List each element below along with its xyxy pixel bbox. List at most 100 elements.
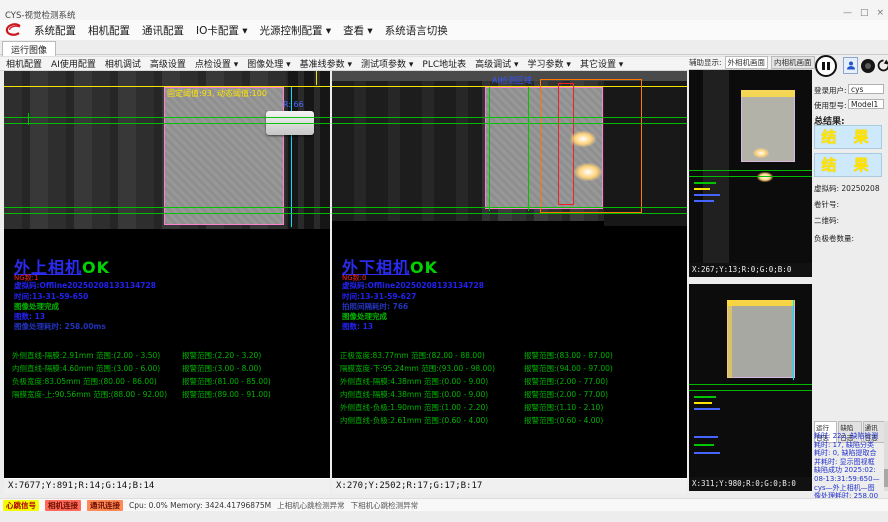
tool-learning-params[interactable]: 学习参数 ▾ [528, 57, 571, 70]
measure-green-line [332, 123, 687, 124]
measurement-row: 内侧直线-隔膜:4.38mm 范围:(0.00 - 9.00) 报警范围:(2.… [332, 389, 687, 399]
tiny-overlay-text [694, 402, 712, 404]
measure-green-line [4, 117, 330, 118]
measure-green-line [332, 213, 687, 214]
right-panel: 登录用户: cys 使用型号: Model1 总结果: 结 果 结 果 虚拟码:… [814, 55, 886, 492]
menu-light-config[interactable]: 光源控制配置 ▾ [259, 23, 331, 38]
measurement-row: 内侧直线-隔膜:4.60mm 范围:(3.00 - 6.00) 报警范围:(3.… [4, 363, 330, 373]
measure-green-tick [28, 113, 29, 125]
preview-top-view[interactable] [689, 70, 812, 263]
barcode-line: 虚拟码:Offline20250208133134728 [342, 280, 484, 291]
proc-time-line: 图像处理耗时: 258.00ms [14, 321, 106, 332]
measurement-row: 正极宽度:83.77mm 范围:(82.00 - 88.00) 报警范围:(83… [332, 350, 687, 360]
virtual-code-row: 虚拟码: 20250208 [814, 183, 880, 194]
barcode-line: 虚拟码:Offline20250208133134728 [14, 280, 156, 291]
upper-camera-warning: 上相机心跳检测异常 [277, 500, 345, 511]
panel-buttons [814, 55, 886, 81]
person-icon [846, 60, 856, 71]
tool-advanced-debug[interactable]: 高级调试 ▾ [475, 57, 518, 70]
tool-camera-config[interactable]: 相机配置 [6, 57, 42, 70]
close-icon[interactable]: × [876, 8, 884, 18]
lens-icon [865, 63, 871, 69]
measure-green-line [4, 213, 330, 214]
electrode-region [164, 87, 284, 225]
tool-test-params[interactable]: 测试项参数 ▾ [361, 57, 413, 70]
yellow-highlight [741, 90, 795, 97]
frame-line: 图数: 13 [342, 321, 373, 332]
result-box-bottom: 结 果 [814, 153, 882, 177]
tab-row: 运行图像 [0, 40, 888, 55]
tool-plc-table[interactable]: PLC地址表 [422, 57, 466, 70]
tiny-overlay-text [694, 408, 720, 410]
measurement-row: 外侧直线-负极:1.90mm 范围:(1.00 - 2.20) 报警范围:(1.… [332, 402, 687, 412]
pause-button[interactable] [815, 55, 837, 77]
measure-green-line [689, 390, 812, 391]
measurement-row: 隔膜宽度-上:90.56mm 范围:(88.00 - 92.00) 报警范围:(… [4, 389, 330, 399]
menu-language-switch[interactable]: 系统语言切换 [385, 23, 448, 38]
menu-io-config[interactable]: IO卡配置 ▾ [196, 23, 247, 38]
ai-region-label: AI检测区域 [492, 75, 532, 86]
tiny-overlay-text [694, 182, 716, 184]
tiny-overlay-text [694, 396, 716, 398]
window-controls: — □ × [843, 8, 884, 18]
app-window: CYS-视觉检测系统 — □ × 系统配置 相机配置 通讯配置 IO卡配置 ▾ … [0, 0, 888, 522]
measurement-row: 负极宽度:83.05mm 范围:(80.00 - 86.00) 报警范围:(81… [4, 376, 330, 386]
preview-bottom-status: X:311;Y:980;R:0;G:0;B:0 [689, 477, 812, 491]
measure-green-line [689, 170, 812, 171]
measure-green-line [689, 384, 812, 385]
app-logo-icon [4, 23, 22, 38]
log-scrollbar[interactable] [884, 421, 888, 491]
camera-lens-button[interactable] [861, 59, 875, 73]
cpu-memory-status: Cpu: 0.0% Memory: 3424.41796875M [129, 501, 271, 510]
measurement-row: 隔膜宽度-下:95.24mm 范围:(93.00 - 98.00) 报警范围:(… [332, 363, 687, 373]
machine-band [703, 70, 729, 263]
preview-header: 辅助显示: 外相机画面 内相机画面 [689, 55, 812, 70]
menu-bar: 系统配置 相机配置 通讯配置 IO卡配置 ▾ 光源控制配置 ▾ 查看 ▾ 系统语… [0, 20, 888, 40]
camera-connection-badge: 相机连接 [45, 500, 81, 511]
preview-tab-inner[interactable]: 内相机画面 [771, 56, 815, 69]
tool-advanced-settings[interactable]: 高级设置 [150, 57, 186, 70]
login-user-row: 登录用户: [814, 85, 847, 96]
menu-system-config[interactable]: 系统配置 [34, 23, 76, 38]
model-row: 使用型号: [814, 100, 847, 111]
middle-camera-view[interactable]: AI检测区域 外下相机OK NG数:0 虚拟码:Offline202502081… [332, 71, 687, 478]
menu-view[interactable]: 查看 ▾ [343, 23, 373, 38]
tool-ai-config[interactable]: AI使用配置 [51, 57, 96, 70]
tool-camera-debug[interactable]: 相机调试 [105, 57, 141, 70]
model-input[interactable]: Model1 [848, 99, 884, 109]
tool-baseline-params[interactable]: 基准线参数 ▾ [300, 57, 352, 70]
measure-green-line [332, 117, 687, 118]
bright-spark [574, 163, 602, 181]
measurement-row: 内侧直线-负极:2.61mm 范围:(0.60 - 4.00) 报警范围:(0.… [332, 415, 687, 425]
refresh-arrow-icon [877, 59, 888, 72]
switch-button[interactable] [876, 58, 888, 73]
left-camera-view[interactable]: 固定阈值:93, 动态阈值:100 R: 66 外上相机OK NG数:1 虚拟码… [4, 71, 330, 478]
login-user-label: 登录用户: [814, 86, 847, 95]
lower-camera-warning: 下相机心跳检测异常 [351, 500, 419, 511]
preview-column: 辅助显示: 外相机画面 内相机画面 X:267;Y:13;R:0;G:0;B:0 [689, 55, 812, 491]
measure-green-vline [528, 87, 529, 211]
tool-other-settings[interactable]: 其它设置 ▾ [580, 57, 623, 70]
machine-left-block [332, 81, 482, 221]
measure-green-line [332, 207, 687, 208]
title-bar: CYS-视觉检测系统 — □ × [0, 0, 888, 20]
model-label: 使用型号: [814, 101, 847, 110]
tiny-overlay-text [694, 188, 710, 190]
menu-camera-config[interactable]: 相机配置 [88, 23, 130, 38]
preview-header-label: 辅助显示: [689, 57, 722, 68]
edge-cyan-line [793, 300, 794, 380]
user-button[interactable] [843, 57, 858, 74]
minimize-icon[interactable]: — [843, 8, 852, 18]
tool-spot-check[interactable]: 点检设置 ▾ [195, 57, 238, 70]
tool-image-processing[interactable]: 图像处理 ▾ [247, 57, 290, 70]
yellow-highlight-left [727, 300, 732, 378]
preview-tab-outer[interactable]: 外相机画面 [725, 56, 769, 69]
measure-green-line [689, 176, 812, 177]
maximize-icon[interactable]: □ [860, 8, 869, 18]
login-user-input[interactable]: cys [848, 84, 884, 94]
tiny-overlay-text [694, 452, 720, 454]
menu-comm-config[interactable]: 通讯配置 [142, 23, 184, 38]
scrollbar-thumb[interactable] [884, 469, 888, 487]
bright-spark [757, 172, 773, 182]
preview-bottom-view[interactable] [689, 284, 812, 477]
